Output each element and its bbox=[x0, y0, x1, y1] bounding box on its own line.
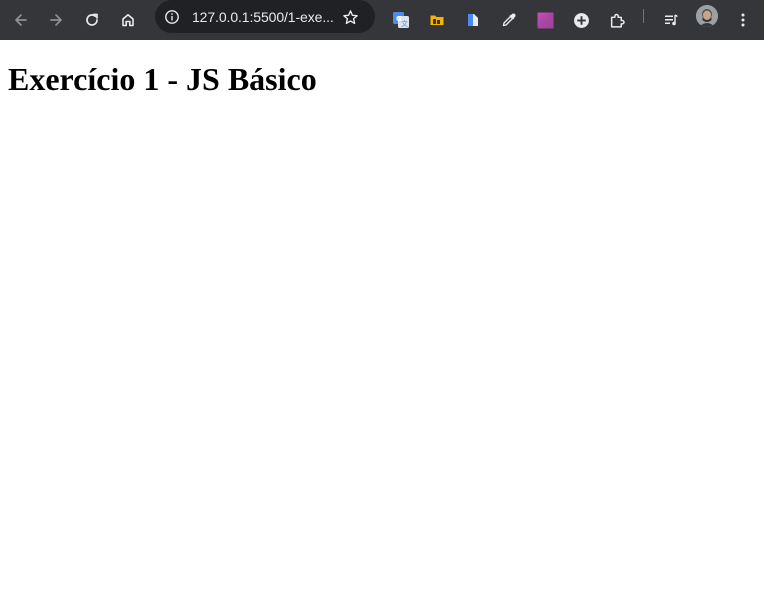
add-circle-extension-button[interactable] bbox=[565, 4, 597, 36]
color-picker-extension-button[interactable] bbox=[493, 4, 525, 36]
back-icon bbox=[13, 12, 29, 28]
folder-extension-button[interactable] bbox=[421, 4, 453, 36]
menu-kebab-icon bbox=[735, 12, 751, 28]
home-icon bbox=[120, 12, 136, 28]
toolbar-separator bbox=[643, 9, 644, 23]
bookmark-star-icon[interactable] bbox=[339, 6, 361, 28]
page-content: Exercício 1 - JS Básico bbox=[0, 40, 764, 616]
gradient-extension-button[interactable] bbox=[529, 4, 561, 36]
back-button[interactable] bbox=[5, 4, 37, 36]
browser-toolbar: 127.0.0.1:5500/1-exe... G 文 bbox=[0, 0, 764, 40]
add-circle-extension-icon bbox=[573, 12, 590, 29]
extensions-puzzle-icon bbox=[609, 12, 626, 29]
color-picker-extension-icon bbox=[501, 12, 517, 28]
translate-extension-icon: G 文 bbox=[392, 11, 410, 29]
document-extension-button[interactable] bbox=[457, 4, 489, 36]
reading-list-icon bbox=[663, 12, 679, 28]
site-info-icon[interactable] bbox=[163, 8, 181, 26]
home-button[interactable] bbox=[112, 4, 144, 36]
address-bar[interactable]: 127.0.0.1:5500/1-exe... bbox=[155, 0, 375, 33]
extensions-button[interactable] bbox=[601, 4, 633, 36]
address-bar-url[interactable]: 127.0.0.1:5500/1-exe... bbox=[192, 8, 334, 26]
reading-list-button[interactable] bbox=[655, 4, 687, 36]
browser-menu-button[interactable] bbox=[727, 4, 759, 36]
reload-icon bbox=[84, 12, 100, 28]
reload-button[interactable] bbox=[76, 4, 108, 36]
translate-extension-button[interactable]: G 文 bbox=[385, 4, 417, 36]
profile-avatar[interactable] bbox=[696, 5, 718, 27]
gradient-extension-icon bbox=[537, 12, 554, 29]
page-heading: Exercício 1 - JS Básico bbox=[8, 61, 317, 97]
folder-extension-icon bbox=[429, 12, 445, 28]
document-extension-icon bbox=[465, 12, 481, 28]
svg-text:文: 文 bbox=[401, 19, 408, 28]
forward-icon bbox=[48, 12, 64, 28]
forward-button[interactable] bbox=[40, 4, 72, 36]
